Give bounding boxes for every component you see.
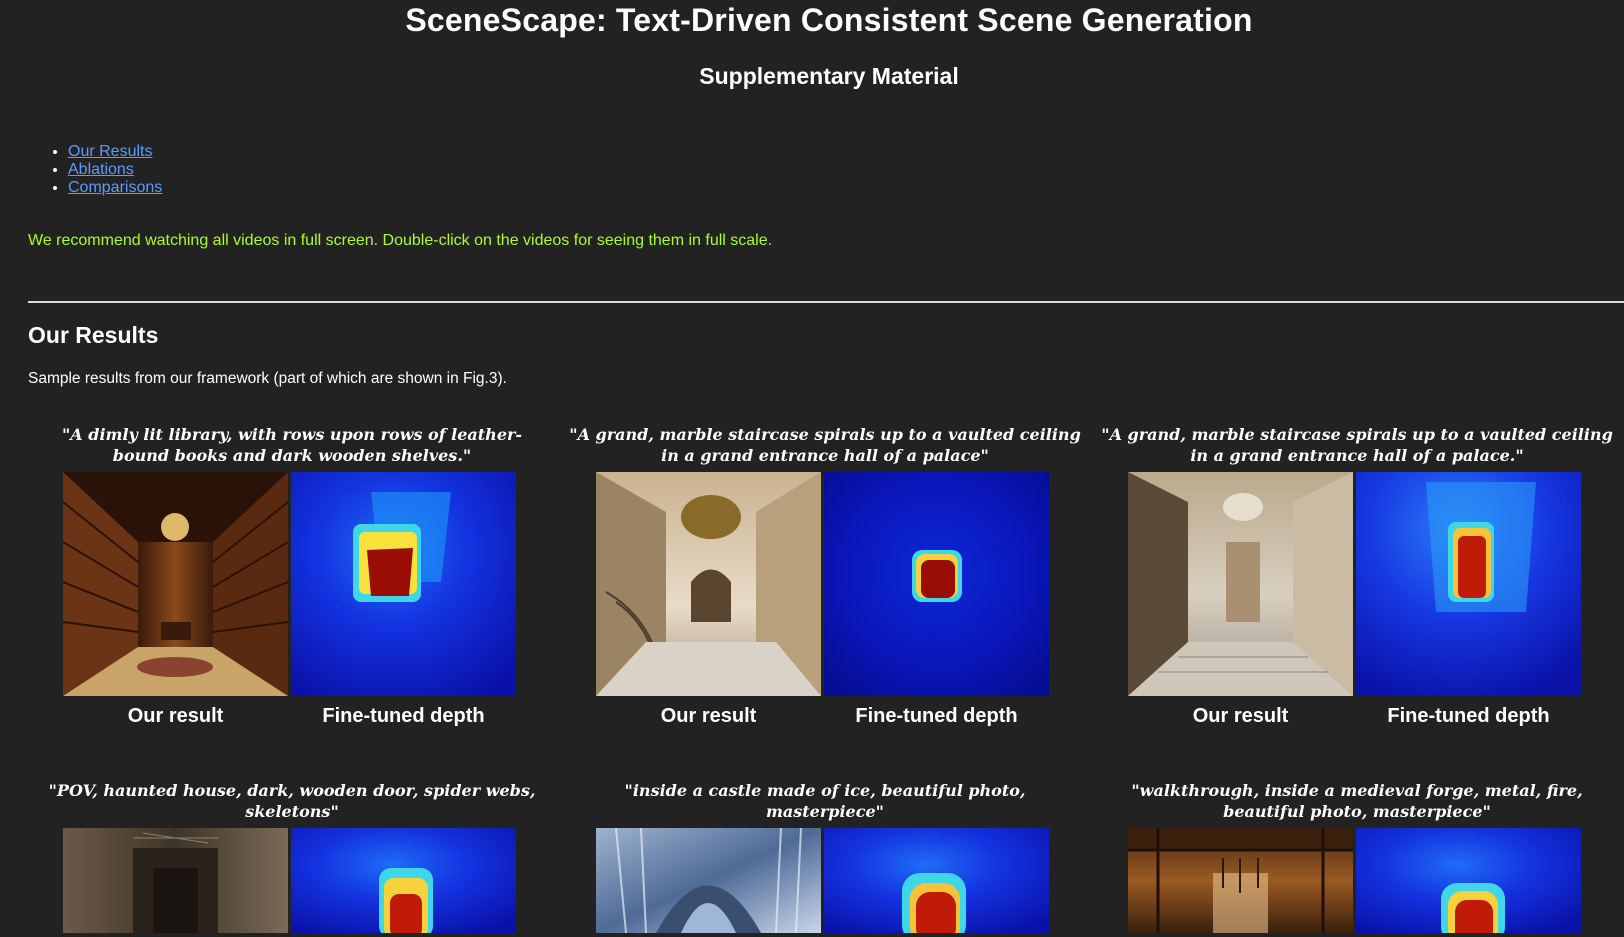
- caption-line: "A dimly lit library, with rows upon row…: [61, 425, 523, 444]
- our-result-label: Our result: [1192, 705, 1289, 727]
- caption-line: bound books and dark wooden shelves.": [112, 446, 472, 465]
- our-results-heading: Our Results: [28, 322, 159, 348]
- comparisons-link[interactable]: Comparisons: [68, 179, 162, 196]
- nav-item-ablations: Ablations: [68, 161, 162, 179]
- ablations-link[interactable]: Ablations: [68, 161, 134, 178]
- page-subtitle: Supplementary Material: [699, 63, 959, 89]
- our-result-video[interactable]: [1128, 828, 1353, 933]
- caption-line: "inside a castle made of ice, beautiful …: [624, 781, 1026, 800]
- depth-map-video[interactable]: [824, 472, 1049, 696]
- page-title: SceneScape: Text-Driven Consistent Scene…: [405, 2, 1253, 38]
- our-result-label: Our result: [660, 705, 757, 727]
- section-nav: Our Results Ablations Comparisons: [28, 143, 162, 197]
- depth-label: Fine-tuned depth: [322, 705, 485, 727]
- result-caption: "walkthrough, inside a medieval forge, m…: [1092, 780, 1622, 822]
- depth-map-video[interactable]: [291, 828, 516, 933]
- depth-map-video[interactable]: [1356, 472, 1581, 696]
- result-caption: "A dimly lit library, with rows upon row…: [27, 424, 557, 466]
- result-caption: "POV, haunted house, dark, wooden door, …: [27, 780, 557, 822]
- depth-map-video[interactable]: [824, 828, 1049, 933]
- our-result-video[interactable]: [596, 472, 821, 696]
- caption-line: in a grand entrance hall of a palace.": [1190, 446, 1524, 465]
- depth-map-video[interactable]: [1356, 828, 1581, 933]
- our-result-video[interactable]: [596, 828, 821, 933]
- result-caption: "A grand, marble staircase spirals up to…: [1092, 424, 1622, 466]
- caption-line: masterpiece": [765, 802, 884, 821]
- caption-line: "A grand, marble staircase spirals up to…: [1101, 425, 1613, 444]
- caption-line: "POV, haunted house, dark, wooden door, …: [48, 781, 536, 800]
- caption-line: skeletons": [245, 802, 339, 821]
- section-divider: [28, 301, 1624, 303]
- nav-item-comparisons: Comparisons: [68, 179, 162, 197]
- depth-map-video[interactable]: [291, 472, 516, 696]
- depth-label: Fine-tuned depth: [855, 705, 1018, 727]
- our-results-description: Sample results from our framework (part …: [28, 370, 507, 387]
- result-caption: "inside a castle made of ice, beautiful …: [560, 780, 1090, 822]
- nav-item-our-results: Our Results: [68, 143, 162, 161]
- our-results-link[interactable]: Our Results: [68, 143, 152, 160]
- our-result-label: Our result: [127, 705, 224, 727]
- caption-line: in a grand entrance hall of a palace": [661, 446, 989, 465]
- depth-label: Fine-tuned depth: [1387, 705, 1550, 727]
- our-result-video[interactable]: [1128, 472, 1353, 696]
- caption-line: beautiful photo, masterpiece": [1223, 802, 1491, 821]
- our-result-video[interactable]: [63, 828, 288, 933]
- our-result-video[interactable]: [63, 472, 288, 696]
- caption-line: "A grand, marble staircase spirals up to…: [569, 425, 1081, 444]
- caption-line: "walkthrough, inside a medieval forge, m…: [1131, 781, 1583, 800]
- result-caption: "A grand, marble staircase spirals up to…: [560, 424, 1090, 466]
- fullscreen-notice: We recommend watching all videos in full…: [28, 232, 773, 249]
